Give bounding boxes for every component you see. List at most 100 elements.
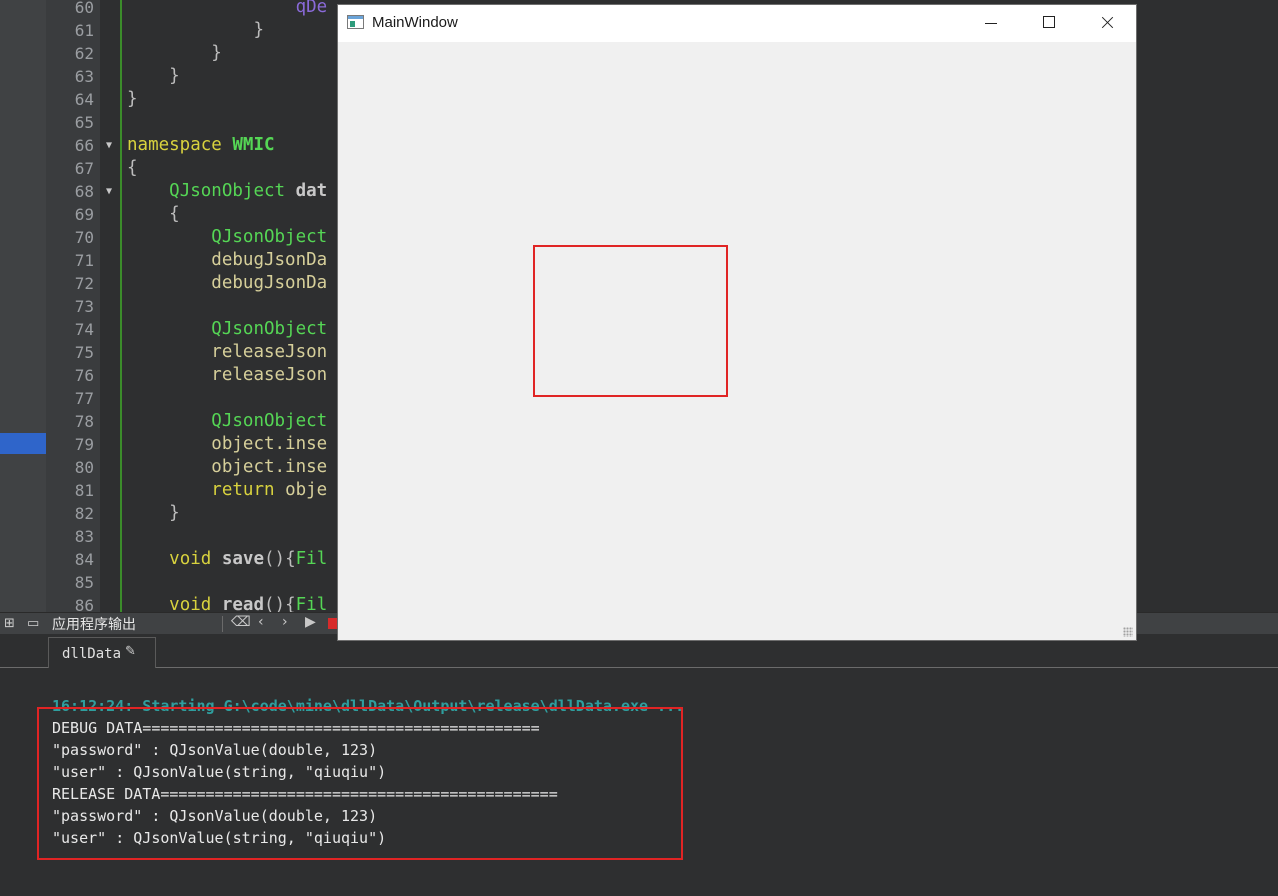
minimize-button[interactable]: [962, 5, 1020, 42]
run-icon[interactable]: ▶: [305, 614, 316, 630]
line-number: 71: [74, 251, 94, 270]
line-number: 62: [74, 44, 94, 63]
code-line[interactable]: {: [127, 203, 180, 226]
code-line[interactable]: releaseJson: [127, 341, 327, 364]
maximize-button[interactable]: [1020, 5, 1078, 42]
pin-icon[interactable]: ✎: [125, 644, 136, 659]
code-token: debugJsonDa: [211, 273, 328, 293]
code-token: object.inse: [211, 457, 328, 477]
code-token: }: [253, 20, 264, 40]
code-line[interactable]: }: [127, 65, 180, 88]
code-line[interactable]: }: [127, 88, 138, 111]
line-number: 68: [74, 182, 94, 201]
code-token: }: [211, 43, 222, 63]
minimize-icon: [985, 23, 997, 24]
code-line[interactable]: }: [127, 19, 264, 42]
code-token: Fil: [295, 549, 328, 569]
line-number: 77: [74, 389, 94, 408]
code-line[interactable]: {: [127, 157, 138, 180]
code-line[interactable]: releaseJson: [127, 364, 327, 387]
next-icon[interactable]: ›: [282, 614, 288, 630]
tab-label: dllData: [62, 646, 122, 662]
output-highlight-box: [37, 707, 683, 860]
sidebar-selection[interactable]: [0, 433, 46, 454]
code-line[interactable]: }: [127, 42, 222, 65]
minimize-pane-icon[interactable]: ▭: [27, 616, 39, 631]
code-line[interactable]: object.inse: [127, 456, 327, 479]
code-token: namespace: [127, 135, 222, 155]
code-line[interactable]: return obje: [127, 479, 327, 502]
code-line[interactable]: qDe: [127, 0, 328, 19]
code-token: QJsonObject: [211, 227, 328, 247]
title-bar[interactable]: MainWindow: [338, 5, 1136, 42]
code-token: qDe: [295, 0, 328, 17]
line-number: 70: [74, 228, 94, 247]
code-token: WMIC: [232, 135, 275, 155]
code-token: }: [169, 503, 180, 523]
fold-arrow-icon[interactable]: ▼: [106, 180, 112, 203]
code-line[interactable]: void save(){Fil: [127, 548, 327, 571]
window-title: MainWindow: [372, 14, 458, 31]
code-token: {: [127, 158, 138, 178]
resize-grip-icon[interactable]: [1123, 627, 1133, 637]
code-line[interactable]: namespace WMIC: [127, 134, 275, 157]
code-token: QJsonObject: [169, 181, 286, 201]
left-sidebar-strip: [0, 0, 46, 612]
code-token: (){: [264, 549, 296, 569]
fold-arrow-icon[interactable]: ▼: [106, 134, 112, 157]
code-line[interactable]: debugJsonDa: [127, 272, 327, 295]
line-number: 78: [74, 412, 94, 431]
code-line[interactable]: QJsonObject dat: [127, 180, 327, 203]
line-number: 65: [74, 113, 94, 132]
code-token: QJsonObject: [211, 411, 328, 431]
line-number: 64: [74, 90, 94, 109]
tab-dlldata[interactable]: dllData ✎: [48, 637, 156, 668]
line-number: 72: [74, 274, 94, 293]
code-line[interactable]: QJsonObject: [127, 410, 327, 433]
line-number: 83: [74, 527, 94, 546]
code-line[interactable]: debugJsonDa: [127, 249, 327, 272]
window-client-area[interactable]: [338, 42, 1136, 640]
code-token: {: [169, 204, 180, 224]
code-token: obje: [285, 480, 328, 500]
line-number: 82: [74, 504, 94, 523]
code-token: save: [221, 549, 265, 569]
line-number: 67: [74, 159, 94, 178]
split-icon[interactable]: ⊞: [4, 616, 15, 631]
line-number: 76: [74, 366, 94, 385]
code-line[interactable]: }: [127, 502, 180, 525]
code-line[interactable]: QJsonObject: [127, 226, 327, 249]
code-token: }: [169, 66, 180, 86]
app-window-icon: [347, 15, 364, 29]
code-token: QJsonObject: [211, 319, 328, 339]
code-line[interactable]: object.inse: [127, 433, 327, 456]
line-number: 66: [74, 136, 94, 155]
code-token: void: [169, 549, 212, 569]
line-number: 73: [74, 297, 94, 316]
line-number: 69: [74, 205, 94, 224]
main-window[interactable]: MainWindow: [337, 4, 1137, 641]
code-line[interactable]: QJsonObject: [127, 318, 327, 341]
previous-icon[interactable]: ‹: [258, 614, 264, 630]
close-button[interactable]: [1078, 5, 1136, 42]
line-number: 79: [74, 435, 94, 454]
clean-output-icon[interactable]: ⌫: [231, 614, 251, 630]
